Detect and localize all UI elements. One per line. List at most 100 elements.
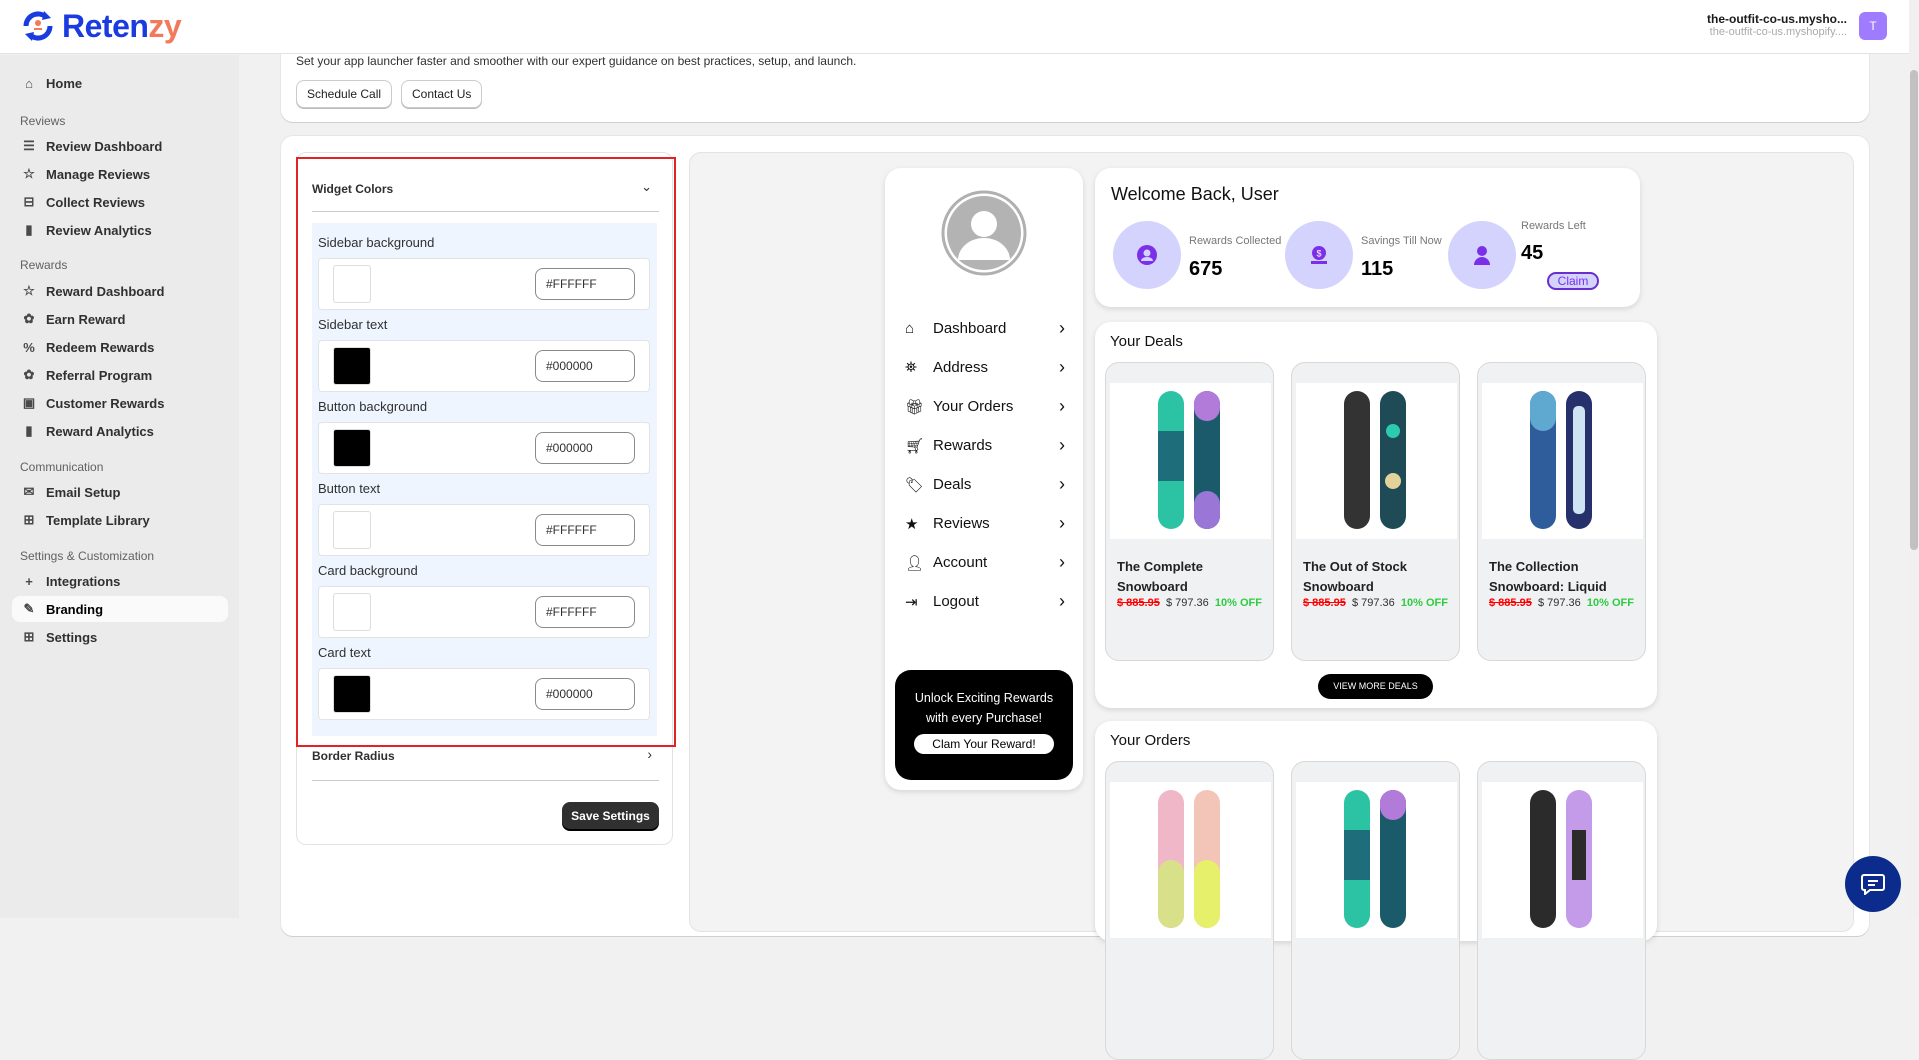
- sidebar-item-home[interactable]: ⌂ Home: [12, 70, 228, 96]
- sidebar-item-review-dashboard[interactable]: ☰ Review Dashboard: [12, 133, 228, 159]
- save-settings-button[interactable]: Save Settings: [562, 802, 659, 829]
- section-label-settings: Settings & Customization: [20, 549, 155, 563]
- hex-input[interactable]: #FFFFFF: [535, 596, 635, 628]
- preview-menu-address[interactable]: ⛯ Address ›: [905, 357, 1065, 378]
- deals-title: Your Deals: [1110, 333, 1183, 350]
- order-card[interactable]: [1105, 761, 1274, 1060]
- deal-card[interactable]: The Out of Stock Snowboard $ 885.95 $ 79…: [1291, 362, 1460, 661]
- card-text-field: #000000: [318, 668, 650, 720]
- sidebar-item-label: Settings: [46, 629, 98, 645]
- order-card[interactable]: [1291, 761, 1460, 1060]
- view-more-deals-button[interactable]: VIEW MORE DEALS: [1318, 674, 1433, 699]
- plus-icon: +: [25, 573, 33, 589]
- user-icon: [1448, 221, 1516, 289]
- sidebar-item-collect-reviews[interactable]: ⊟ Collect Reviews: [12, 189, 228, 215]
- deal-card[interactable]: The Collection Snowboard: Liquid $ 885.9…: [1477, 362, 1646, 661]
- schedule-call-button[interactable]: Schedule Call: [296, 80, 393, 108]
- color-swatch[interactable]: [333, 265, 371, 303]
- award-icon: ✿: [23, 367, 35, 382]
- inbox-stack-icon: ☰: [23, 138, 35, 153]
- sidebar-item-integrations[interactable]: + Integrations: [12, 568, 228, 594]
- sidebar-item-earn-reward[interactable]: ✿ Earn Reward: [12, 306, 228, 332]
- preview-menu-logout[interactable]: ⇥ Logout ›: [905, 591, 1065, 612]
- email-icon: ✉: [23, 484, 35, 499]
- sidebar-item-branding[interactable]: ✎ Branding: [12, 596, 228, 622]
- button-background-field: #000000: [318, 422, 650, 474]
- hex-input[interactable]: #000000: [535, 432, 635, 464]
- deals-card: Your Deals The Complete Snowboard $ 885.…: [1095, 322, 1657, 708]
- preview-menu-account[interactable]: 👤︎ Account ›: [905, 552, 1065, 573]
- scrollbar-thumb[interactable]: [1910, 70, 1918, 550]
- menu-label: Logout: [933, 593, 979, 610]
- svg-text:$: $: [1316, 249, 1321, 259]
- retenzy-logo[interactable]: Retenzy: [18, 6, 182, 46]
- chevron-right-icon: ›: [1059, 318, 1065, 338]
- sidebar-item-label: Customer Rewards: [46, 395, 165, 411]
- chevron-down-icon[interactable]: ⌄: [641, 179, 652, 195]
- deal-card[interactable]: The Complete Snowboard $ 885.95 $ 797.36…: [1105, 362, 1274, 661]
- sidebar-item-template-library[interactable]: ⊞ Template Library: [12, 507, 228, 533]
- sidebar-item-settings[interactable]: ⊞ Settings: [12, 624, 228, 650]
- shop-domain: the-outfit-co-us.myshopify....: [1709, 26, 1847, 38]
- deal-price: $ 885.95 $ 797.36 10% OFF: [1489, 597, 1634, 609]
- paint-brush-icon: ✎: [23, 601, 35, 616]
- hex-input[interactable]: #FFFFFF: [535, 268, 635, 300]
- claim-reward-button[interactable]: Clam Your Reward!: [914, 734, 1054, 754]
- savings-icon: $: [1285, 221, 1353, 289]
- chat-button[interactable]: [1845, 856, 1901, 912]
- snowboard-image: [1296, 782, 1457, 938]
- border-radius-heading[interactable]: Border Radius: [312, 749, 395, 763]
- deal-name: The Collection Snowboard: Liquid: [1489, 559, 1607, 594]
- divider: [312, 780, 659, 781]
- widget-colors-heading[interactable]: Widget Colors: [312, 182, 393, 196]
- chevron-right-icon: ›: [1059, 435, 1065, 455]
- preview-menu-deals[interactable]: 🏷︎ Deals ›: [905, 474, 1065, 495]
- deal-name: The Out of Stock Snowboard: [1303, 559, 1407, 594]
- promo-text: with every Purchase!: [925, 711, 1043, 725]
- chevron-right-icon[interactable]: ›: [647, 746, 652, 762]
- sidebar-item-manage-reviews[interactable]: ☆ Manage Reviews: [12, 161, 228, 187]
- color-swatch[interactable]: [333, 511, 371, 549]
- preview-menu-rewards[interactable]: 🛒︎ Rewards ›: [905, 435, 1065, 456]
- brand-name: Retenzy: [62, 7, 182, 44]
- divider: [312, 211, 659, 212]
- preview-menu-reviews[interactable]: ★ Reviews ›: [905, 513, 1065, 534]
- sidebar: ⌂ Home Reviews ☰ Review Dashboard ☆ Manage …: [0, 55, 239, 918]
- sidebar-item-customer-rewards[interactable]: ▣ Customer Rewards: [12, 390, 228, 416]
- preview-menu-orders[interactable]: 🎁︎ Your Orders ›: [905, 396, 1065, 417]
- sidebar-item-label: Integrations: [46, 573, 121, 589]
- hex-input[interactable]: #FFFFFF: [535, 514, 635, 546]
- inbox-icon: ⊟: [23, 194, 35, 209]
- section-label-rewards: Rewards: [20, 258, 68, 272]
- star-icon: ☆: [23, 283, 35, 298]
- shop-info[interactable]: the-outfit-co-us.mysho... the-outfit-co-…: [1707, 12, 1847, 38]
- sidebar-item-referral-program[interactable]: ✿ Referral Program: [12, 362, 228, 388]
- sidebar-item-redeem-rewards[interactable]: % Redeem Rewards: [12, 334, 228, 360]
- contact-us-button[interactable]: Contact Us: [401, 80, 483, 108]
- claim-button[interactable]: Claim: [1547, 272, 1599, 290]
- sidebar-item-reward-analytics[interactable]: ▮ Reward Analytics: [12, 418, 228, 444]
- guidance-text: Set your app launcher faster and smoothe…: [296, 54, 857, 68]
- shop-name: the-outfit-co-us.mysho...: [1707, 12, 1847, 26]
- color-swatch[interactable]: [333, 347, 371, 385]
- hex-input[interactable]: #000000: [535, 350, 635, 382]
- hex-input[interactable]: #000000: [535, 678, 635, 710]
- menu-label: Rewards: [933, 437, 993, 454]
- sidebar-background-field: #FFFFFF: [318, 258, 650, 310]
- snowboard-image: [1110, 782, 1271, 938]
- user-avatar[interactable]: T: [1859, 12, 1887, 40]
- sidebar-item-review-analytics[interactable]: ▮ Review Analytics: [12, 217, 228, 243]
- section-label-reviews: Reviews: [20, 114, 66, 128]
- preview-menu-dashboard[interactable]: ⌂ Dashboard ›: [905, 318, 1065, 339]
- color-swatch[interactable]: [333, 429, 371, 467]
- cart-icon: 🛒︎: [905, 437, 925, 455]
- user-circle-icon: [1113, 221, 1181, 289]
- scrollbar[interactable]: [1909, 0, 1919, 918]
- color-swatch[interactable]: [333, 675, 371, 713]
- sidebar-item-reward-dashboard[interactable]: ☆ Reward Dashboard: [12, 278, 228, 304]
- sidebar-item-email-setup[interactable]: ✉ Email Setup: [12, 479, 228, 505]
- color-swatch[interactable]: [333, 593, 371, 631]
- deal-price: $ 885.95 $ 797.36 10% OFF: [1303, 597, 1448, 609]
- order-card[interactable]: [1477, 761, 1646, 1060]
- sidebar-item-label: Review Dashboard: [46, 138, 163, 154]
